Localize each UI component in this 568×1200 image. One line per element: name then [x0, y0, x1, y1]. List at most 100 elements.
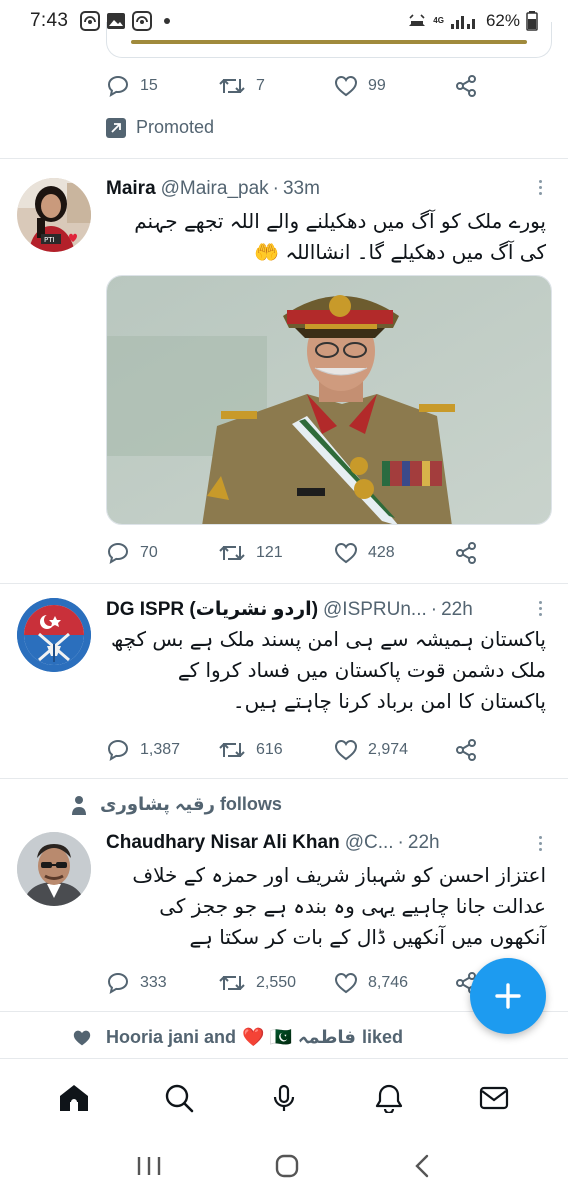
like-count: 8,746 — [368, 974, 409, 991]
retweet-count: 616 — [256, 741, 283, 758]
share-icon — [456, 75, 476, 97]
tweet-text: پاکستان ہمیشہ سے ہی امن پسند ملک ہے بس ک… — [110, 627, 546, 713]
more-options-icon[interactable] — [539, 601, 542, 616]
hotspot-icon — [80, 11, 101, 31]
retweet-button[interactable]: 616 — [218, 739, 334, 761]
retweet-count: 7 — [256, 77, 265, 94]
tweet-time[interactable]: 22h — [441, 599, 473, 621]
like-button[interactable]: 2,974 — [334, 739, 454, 761]
like-count: 99 — [368, 77, 386, 94]
tweet-text: اعتزاز احسن کو شہباز شریف اور حمزہ کے خل… — [132, 863, 546, 949]
bottom-navigation — [0, 1058, 568, 1136]
user-handle[interactable]: @ISPRUn... — [323, 599, 427, 621]
retweet-icon — [219, 976, 245, 990]
bell-icon — [375, 1084, 402, 1113]
retweet-button[interactable]: 121 — [218, 542, 334, 564]
reply-count: 1,387 — [140, 741, 181, 758]
promoted-text: Promoted — [136, 117, 215, 137]
status-time: 7:43 — [30, 10, 69, 31]
recent-apps-icon — [137, 1156, 161, 1175]
liked-names: Hooria jani and — [106, 1027, 237, 1047]
reply-icon — [107, 739, 129, 762]
nav-messages[interactable] — [464, 1068, 524, 1128]
like-button[interactable]: 99 — [334, 75, 454, 97]
promoted-icon — [106, 117, 126, 138]
reply-button[interactable]: 333 — [106, 971, 218, 995]
divider — [0, 158, 568, 159]
retweet-icon — [219, 546, 245, 560]
share-button[interactable] — [454, 738, 478, 762]
separator-dot: · — [430, 598, 438, 620]
svg-text:PTI: PTI — [44, 236, 55, 244]
heart-icon — [334, 739, 358, 761]
tweet-header: Chaudhary Nisar Ali Khan @C... · 22h — [106, 832, 440, 854]
display-name[interactable]: DG ISPR (اردو نشریات) — [106, 598, 318, 621]
display-name[interactable]: Maira — [106, 178, 156, 200]
reply-icon — [107, 972, 129, 995]
liked-suffix: liked — [361, 1027, 404, 1047]
tweet-time[interactable]: 33m — [283, 178, 320, 200]
more-options-icon[interactable] — [539, 836, 542, 851]
reply-button[interactable]: 15 — [106, 74, 218, 98]
tweet-actions: 1,387 616 2,974 — [106, 735, 478, 765]
user-handle[interactable]: @C... — [345, 832, 394, 854]
follows-context[interactable]: رقیہ پشاوری follows — [72, 794, 282, 815]
reply-icon — [107, 542, 129, 565]
liked-emojis: ❤️ 🇵🇰 — [242, 1027, 292, 1047]
like-button[interactable]: 428 — [334, 542, 454, 564]
back-button[interactable] — [412, 1153, 432, 1184]
display-name[interactable]: Chaudhary Nisar Ali Khan — [106, 832, 340, 854]
avatar-maira[interactable]: PTI — [17, 178, 91, 252]
separator-dot: · — [397, 832, 404, 853]
tweet-time[interactable]: 22h — [408, 832, 440, 854]
tweet-text: پورے ملک کو آگ میں دھکیلنے والے اللہ تجھ… — [134, 209, 546, 264]
promo-media-bottom[interactable] — [106, 22, 552, 58]
tweet-header: Maira @Maira_pak · 33m — [106, 178, 320, 200]
liked-context-text: Hooria jani and ❤️ 🇵🇰 فاطمہ liked — [106, 1027, 403, 1048]
compose-tweet-button[interactable] — [470, 958, 546, 1034]
tweet-image[interactable] — [106, 275, 552, 525]
heart-icon — [334, 75, 358, 97]
recent-apps-button[interactable] — [136, 1155, 162, 1182]
avatar-ispr[interactable] — [17, 598, 91, 672]
retweet-icon — [219, 743, 245, 757]
heart-icon — [334, 542, 358, 564]
retweet-button[interactable]: 2,550 — [218, 972, 334, 994]
mail-icon — [479, 1086, 508, 1109]
retweet-count: 121 — [256, 544, 283, 561]
reply-button[interactable]: 1,387 — [106, 738, 218, 762]
like-count: 2,974 — [368, 741, 409, 758]
plus-icon — [495, 983, 521, 1009]
nav-spaces[interactable] — [254, 1068, 314, 1128]
share-button[interactable] — [454, 541, 478, 565]
reply-button[interactable]: 70 — [106, 541, 218, 565]
reply-icon — [107, 75, 129, 98]
home-circle-icon — [275, 1154, 299, 1177]
retweet-count: 2,550 — [256, 974, 297, 991]
nav-search[interactable] — [149, 1068, 209, 1128]
tweet-actions: 333 2,550 8,746 — [106, 968, 478, 998]
promoted-label[interactable]: Promoted — [106, 117, 214, 138]
liked-context[interactable]: Hooria jani and ❤️ 🇵🇰 فاطمہ liked — [72, 1027, 403, 1048]
promo-actions: 15 7 99 — [106, 71, 478, 101]
share-button[interactable] — [454, 74, 478, 98]
back-icon — [415, 1154, 429, 1177]
share-icon — [456, 542, 476, 564]
user-handle[interactable]: @Maira_pak — [161, 178, 269, 200]
retweet-button[interactable]: 7 — [218, 75, 334, 97]
divider — [0, 583, 568, 584]
system-navigation — [0, 1136, 568, 1200]
separator-dot: · — [272, 178, 279, 199]
share-icon — [456, 739, 476, 761]
like-button[interactable]: 8,746 — [334, 972, 454, 994]
home-system-button[interactable] — [274, 1153, 300, 1184]
heart-icon — [334, 972, 358, 994]
nav-home[interactable] — [44, 1068, 104, 1128]
follows-context-text: رقیہ پشاوری follows — [100, 794, 282, 814]
avatar-nisar[interactable] — [17, 832, 91, 906]
liked-name-2: فاطمہ — [297, 1027, 356, 1047]
more-options-icon[interactable] — [539, 180, 542, 195]
reply-count: 333 — [140, 974, 167, 991]
nav-notifications[interactable] — [359, 1068, 419, 1128]
search-icon — [165, 1084, 194, 1112]
